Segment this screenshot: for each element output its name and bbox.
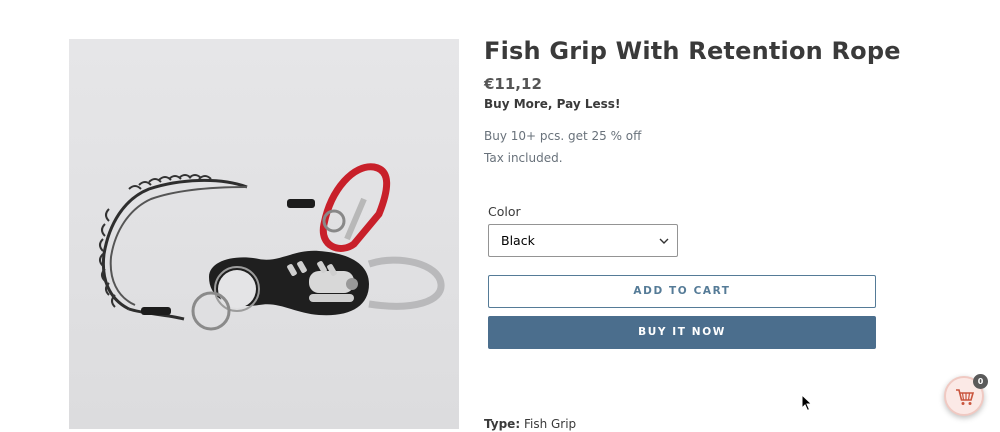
chevron-down-icon — [659, 238, 669, 244]
fish-grip-photo — [69, 39, 459, 429]
tax-note: Tax included. — [484, 151, 563, 165]
color-label: Color — [488, 204, 521, 219]
product-type-label: Type: — [484, 417, 521, 431]
product-type: Type: Fish Grip — [484, 417, 576, 431]
product-image[interactable] — [69, 39, 459, 429]
product-title: Fish Grip With Retention Rope — [484, 37, 901, 65]
promo-text: Buy More, Pay Less! — [484, 97, 621, 111]
mouse-cursor-icon — [801, 394, 813, 412]
color-select[interactable]: Black — [488, 224, 678, 257]
add-to-cart-button[interactable]: ADD TO CART — [488, 275, 876, 308]
buy-it-now-button[interactable]: BUY IT NOW — [488, 316, 876, 349]
shopping-cart-icon — [956, 389, 975, 405]
product-price: €11,12 — [484, 75, 542, 93]
color-select-value: Black — [501, 233, 535, 248]
product-type-value: Fish Grip — [523, 417, 577, 431]
bulk-discount-text: Buy 10+ pcs. get 25 % off — [484, 129, 642, 143]
cart-count-badge: 0 — [973, 374, 988, 389]
